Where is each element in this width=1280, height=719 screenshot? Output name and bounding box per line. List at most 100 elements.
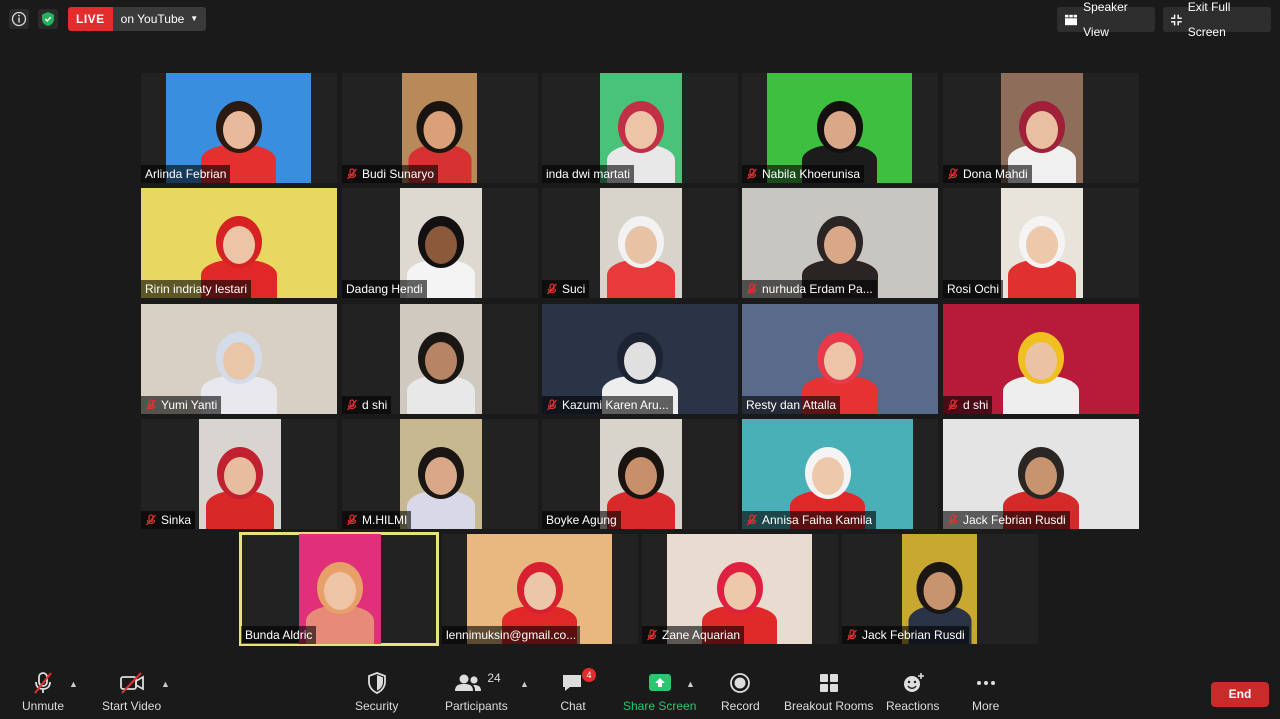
video-off-icon [119,672,144,694]
participant-video [1001,188,1083,298]
participant-face [1026,226,1058,264]
participant-tile[interactable]: Resty dan Attalla [742,304,938,414]
participant-figure [996,324,1086,414]
more-dots-icon [976,681,995,685]
participant-tile[interactable]: Budi Sunaryo [342,73,538,183]
participant-name-tag: inda dwi martati [542,165,635,183]
participant-name: Dona Mahdi [963,167,1028,181]
participant-name-tag: Ririn indriaty lestari [141,280,252,298]
participant-name: Budi Sunaryo [362,167,435,181]
participant-tile[interactable]: Suci [542,188,738,298]
live-destination-dropdown[interactable]: on YouTube ▼ [112,7,207,31]
top-bar: LIVE on YouTube ▼ Speaker View Exit Full… [0,0,1280,40]
participant-video [400,304,482,414]
participant-name-tag: Annisa Faiha Kamila [742,511,877,529]
participant-name: Yumi Yanti [161,398,218,412]
participant-tile[interactable]: Ririn indriaty lestari [141,188,337,298]
end-meeting-button[interactable]: End [1211,682,1269,707]
live-destination-label: on YouTube [120,12,185,26]
participant-face [425,457,457,495]
audio-options-caret[interactable]: ▲ [69,679,78,689]
participant-tile[interactable]: Jack Febrian Rusdi [842,534,1038,644]
participant-face [223,342,255,380]
participant-tile[interactable]: lennimuksin@gmail.co... [442,534,638,644]
live-badge: LIVE [68,7,113,31]
muted-mic-icon [947,514,959,526]
participant-tile[interactable]: Zane Aquarian [642,534,838,644]
record-button[interactable]: Record [721,671,760,713]
participant-tile[interactable]: Boyke Agung [542,419,738,529]
muted-mic-icon [846,629,858,641]
participant-figure [199,439,281,529]
reactions-smiley-icon [903,673,924,692]
participant-name: d shi [362,398,388,412]
participant-name-tag: lennimuksin@gmail.co... [442,626,581,644]
speaker-view-button[interactable]: Speaker View [1057,0,1155,39]
participant-name: Jack Febrian Rusdi [963,513,1066,527]
video-options-caret[interactable]: ▲ [161,679,170,689]
participant-name: Nabila Khoerunisa [762,167,861,181]
participant-tile[interactable]: nurhuda Erdam Pa... [742,188,938,298]
participant-face [423,111,456,149]
start-video-button[interactable]: Start Video [102,671,161,713]
participants-button[interactable]: 24 Participants [445,671,508,713]
unmute-button[interactable]: Unmute [22,671,64,713]
participant-name-tag: Dona Mahdi [943,165,1032,183]
info-icon[interactable] [9,9,29,29]
reactions-button[interactable]: Reactions [886,671,939,713]
participant-tile[interactable]: Nabila Khoerunisa [742,73,938,183]
participant-figure [600,208,682,298]
more-button[interactable]: More [972,671,999,713]
participants-options-caret[interactable]: ▲ [520,679,529,689]
start-video-label: Start Video [102,699,162,713]
share-options-caret[interactable]: ▲ [686,679,695,689]
muted-mic-icon [145,399,157,411]
participant-name-tag: Resty dan Attalla [742,396,841,414]
participant-name: nurhuda Erdam Pa... [762,282,873,296]
participant-tile[interactable]: d shi [943,304,1139,414]
share-screen-icon [648,674,671,691]
participant-face [625,111,657,149]
participant-tile[interactable]: Bunda Aldric [239,532,439,646]
participant-tile[interactable]: Rosi Ochi [943,188,1139,298]
participant-tile[interactable]: d shi [342,304,538,414]
participant-tile[interactable]: Dadang Hendi [342,188,538,298]
participant-tile[interactable]: Yumi Yanti [141,304,337,414]
participant-name: Sinka [161,513,192,527]
participant-tile[interactable]: Sinka [141,419,337,529]
participant-face [1025,457,1057,495]
participant-name: Resty dan Attalla [746,398,837,412]
shield-icon[interactable] [38,9,58,29]
participant-tile[interactable]: Arlinda Febrian [141,73,337,183]
participant-name-tag: Zane Aquarian [642,626,745,644]
muted-mic-icon [346,399,358,411]
record-icon [730,673,751,693]
live-stream-indicator[interactable]: LIVE on YouTube ▼ [68,7,207,31]
participant-face [324,572,356,610]
breakout-rooms-button[interactable]: Breakout Rooms [784,671,873,713]
muted-mic-icon [546,399,558,411]
participant-face [425,226,457,264]
participant-name: Bunda Aldric [245,628,313,642]
participant-name-tag: Jack Febrian Rusdi [943,511,1070,529]
caret-down-icon: ▼ [190,14,199,23]
chat-button[interactable]: 4 Chat [560,668,596,713]
participant-tile[interactable]: inda dwi martati [542,73,738,183]
speaker-view-icon [1065,14,1078,25]
participant-name: Arlinda Febrian [145,167,227,181]
participant-name-tag: Kazumi Karen Aru... [542,396,673,414]
participant-tile[interactable]: Jack Febrian Rusdi [943,419,1139,529]
participant-tile[interactable]: Dona Mahdi [943,73,1139,183]
participant-face [625,457,657,495]
security-button[interactable]: Security [355,671,398,713]
participant-name-tag: Nabila Khoerunisa [742,165,865,183]
participant-tile[interactable]: Annisa Faiha Kamila [742,419,938,529]
participant-tile[interactable]: Kazumi Karen Aru... [542,304,738,414]
participant-name-tag: Bunda Aldric [241,626,317,644]
participant-tile[interactable]: M.HILMI [342,419,538,529]
exit-full-screen-icon [1171,14,1182,25]
participant-video [199,419,281,529]
exit-full-screen-button[interactable]: Exit Full Screen [1163,0,1271,39]
share-screen-button[interactable]: Share Screen [623,671,696,713]
participant-face [923,572,956,610]
